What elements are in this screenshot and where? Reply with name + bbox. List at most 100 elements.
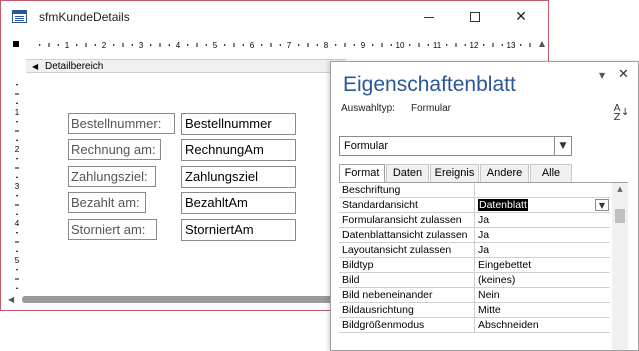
section-arrow-icon: ◀ <box>32 62 39 71</box>
ruler-tick <box>205 44 207 46</box>
ruler-tick <box>520 44 522 46</box>
chevron-down-icon[interactable]: ▼ <box>554 137 571 155</box>
ruler-tick <box>16 195 18 197</box>
ruler-number: 4 <box>176 41 181 50</box>
ruler-tick <box>16 213 18 215</box>
maximize-button[interactable] <box>452 1 498 33</box>
label-zahlungsziel[interactable]: Zahlungsziel: <box>68 166 156 187</box>
form-icon <box>12 10 27 23</box>
property-name: Bild nebeneinander <box>339 288 475 303</box>
property-row[interactable]: Formularansicht zulassen Ja <box>339 213 610 228</box>
ruler-tick <box>15 278 19 280</box>
property-value[interactable]: Ja <box>476 228 610 243</box>
property-value[interactable]: Mitte <box>476 303 610 318</box>
property-row[interactable]: Bildtyp Eingebettet <box>339 258 610 273</box>
ruler-tick <box>168 44 170 46</box>
ruler-tick <box>16 84 18 86</box>
tab-daten[interactable]: Daten <box>386 164 429 182</box>
textbox-bestellnummer[interactable]: Bestellnummer <box>181 113 296 135</box>
ruler-tick <box>15 241 19 243</box>
label-bestellnummer[interactable]: Bestellnummer: <box>68 113 175 134</box>
ruler-number: 2 <box>102 41 107 50</box>
textbox-storniert-am[interactable]: StorniertAm <box>181 219 296 241</box>
property-sheet-title: Eigenschaftenblatt <box>343 73 516 96</box>
ruler-tick <box>344 43 346 47</box>
property-value[interactable]: Eingebettet <box>476 258 610 273</box>
pane-options-icon[interactable]: ▼ <box>599 71 605 80</box>
property-value[interactable]: Ja <box>476 243 610 258</box>
label-rechnung-am[interactable]: Rechnung am: <box>68 139 161 160</box>
minimize-icon <box>424 16 434 18</box>
ruler-number: 12 <box>470 41 479 50</box>
ruler-number: 5 <box>15 256 20 265</box>
property-row[interactable]: Bild nebeneinander Nein <box>339 288 610 303</box>
scrollbar-thumb[interactable] <box>22 296 346 303</box>
property-row[interactable]: Beschriftung <box>339 183 610 198</box>
ruler-tick <box>15 93 19 95</box>
ruler-tick <box>15 130 19 132</box>
object-select[interactable]: Formular ▼ <box>339 136 572 156</box>
scrollbar-thumb[interactable] <box>615 209 625 223</box>
scroll-up-arrow-icon[interactable]: ▲ <box>612 185 628 193</box>
chevron-down-icon[interactable]: ▼ <box>595 199 609 211</box>
tab-ereignis[interactable]: Ereignis <box>430 164 479 182</box>
tab-format[interactable]: Format <box>339 164 385 183</box>
ruler-tick <box>131 44 133 46</box>
ruler-tick <box>113 44 115 46</box>
property-row[interactable]: Layoutansicht zulassen Ja <box>339 243 610 258</box>
ruler-number: 3 <box>139 41 144 50</box>
section-bar-detail[interactable]: ◀ Detailbereich <box>26 59 346 73</box>
property-name: Beschriftung <box>339 183 475 198</box>
textbox-rechnung-am[interactable]: RechnungAm <box>181 139 296 161</box>
tab-alle[interactable]: Alle <box>530 164 572 182</box>
property-name: Bildtyp <box>339 258 475 273</box>
ruler-tick <box>279 44 281 46</box>
textbox-zahlungsziel[interactable]: Zahlungsziel <box>181 166 296 188</box>
property-row[interactable]: Bildausrichtung Mitte <box>339 303 610 318</box>
property-value[interactable]: Ja <box>476 213 610 228</box>
property-name: Layoutansicht zulassen <box>339 243 475 258</box>
ruler-tick <box>16 250 18 252</box>
ruler-tick <box>76 44 78 46</box>
ruler-corner[interactable] <box>8 36 26 54</box>
ruler-tick <box>455 43 457 47</box>
property-name: Bildausrichtung <box>339 303 475 318</box>
property-row[interactable]: Datenblattansicht zulassen Ja <box>339 228 610 243</box>
horizontal-scrollbar[interactable]: ◀ <box>8 293 348 307</box>
property-value[interactable]: Abschneiden <box>476 318 610 333</box>
ruler-number: 10 <box>396 41 405 50</box>
sort-icon[interactable]: A Z ↓ <box>610 104 630 123</box>
minimize-button[interactable] <box>406 1 452 33</box>
property-row[interactable]: Bild (keines) <box>339 273 610 288</box>
property-value[interactable]: Nein <box>476 288 610 303</box>
ruler-number: 5 <box>213 41 218 50</box>
property-grid-scrollbar[interactable]: ▲ <box>612 183 628 350</box>
scroll-up-arrow-icon[interactable]: ▲ <box>536 36 548 52</box>
textbox-bezahlt-am[interactable]: BezahltAm <box>181 192 296 214</box>
design-area[interactable]: Bestellnummer: Bestellnummer Rechnung am… <box>26 74 336 291</box>
selection-type-value: Formular <box>411 103 452 114</box>
scroll-left-arrow-icon[interactable]: ◀ <box>8 293 20 307</box>
property-value-editor[interactable]: Datenblatt ▼ <box>476 198 610 213</box>
ruler-tick <box>381 43 383 47</box>
ruler-tick <box>187 44 189 46</box>
selected-value-text: Datenblatt <box>478 199 528 211</box>
ruler-tick <box>48 43 50 47</box>
close-button[interactable]: ✕ <box>498 1 544 33</box>
property-sheet: Eigenschaftenblatt ▼ ✕ Auswahltyp: Formu… <box>330 61 639 351</box>
ruler-number: 2 <box>15 145 20 154</box>
close-icon[interactable]: ✕ <box>618 67 629 82</box>
property-value[interactable] <box>476 183 610 198</box>
selection-type-caption: Auswahltyp: <box>341 103 395 114</box>
tab-andere[interactable]: Andere <box>480 164 529 182</box>
property-value[interactable]: (keines) <box>476 273 610 288</box>
property-name: Standardansicht <box>339 198 475 213</box>
property-row[interactable]: Standardansicht Datenblatt ▼ <box>339 198 610 213</box>
label-bezahlt-am[interactable]: Bezahlt am: <box>68 192 146 213</box>
label-storniert-am[interactable]: Storniert am: <box>68 219 157 240</box>
ruler-tick <box>464 44 466 46</box>
ruler-number: 11 <box>433 41 442 50</box>
ruler-tick <box>16 102 18 104</box>
property-row[interactable]: Bildgrößenmodus Abschneiden <box>339 318 610 333</box>
ruler-number: 1 <box>15 108 20 117</box>
